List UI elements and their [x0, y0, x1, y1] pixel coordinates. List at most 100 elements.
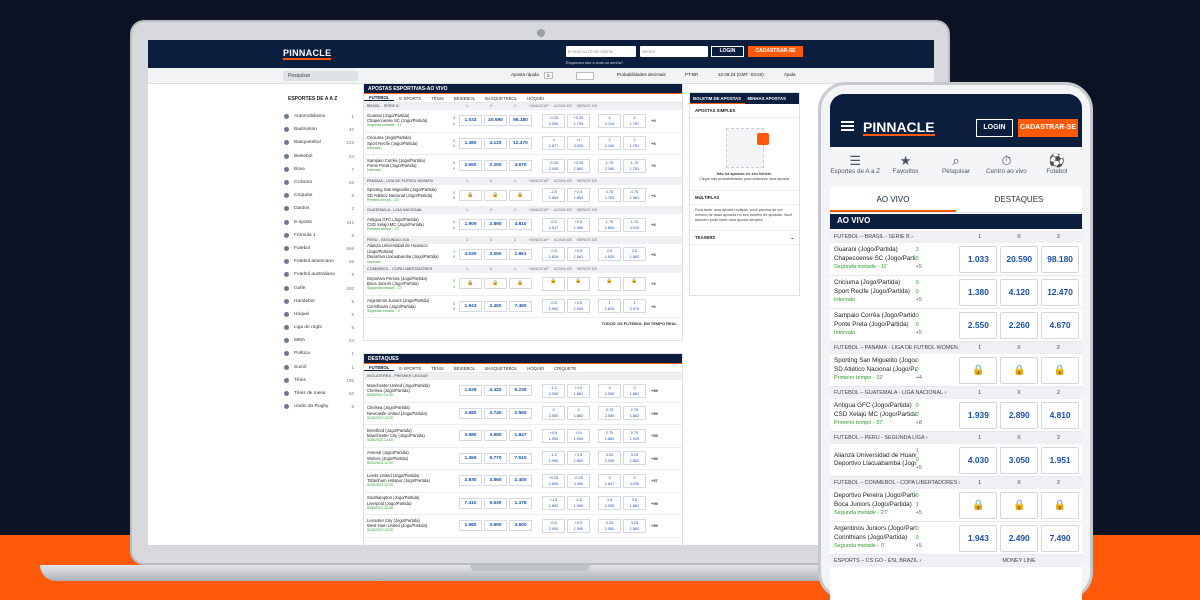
event-teams[interactable]: Sampaio Corrêa (Jogo/Partida) Ponte Preta…	[834, 312, 916, 337]
league-name[interactable]: FUTEBOL – PANAMA - LIGA DE FUTBOL WOMEN …	[834, 345, 960, 351]
odds-button[interactable]: 4.670	[1041, 311, 1079, 339]
market-odds-button[interactable]: +0.5 1.934	[567, 299, 590, 314]
odds-button[interactable]: 1.847	[509, 430, 532, 442]
sidebar-item[interactable]: E-sports 241	[284, 216, 354, 229]
market-odds-button[interactable]: +2.5 1.854	[567, 188, 590, 203]
market-odds-button[interactable]: 2.75 1.862	[598, 428, 621, 443]
market-odds-button[interactable]: 1.75 2.010	[623, 217, 646, 232]
market-odds-button[interactable]: 🔒	[623, 276, 646, 291]
sport-tab[interactable]: FUTEBOL	[364, 95, 395, 101]
sidebar-item[interactable]: Ciclismo 83	[284, 176, 354, 189]
tab-betslip[interactable]: BOLETIM DE APOSTAS	[690, 93, 745, 104]
event-teams[interactable]: Brentford (Jogo/Partida) Manchester City …	[367, 428, 453, 444]
odds-button[interactable]: 2.680	[459, 407, 482, 419]
event-teams[interactable]: Sporting San Miguelito (Jogo/Partida)SD …	[834, 357, 916, 382]
market-odds-button[interactable]: 3.25 1.862	[623, 518, 646, 533]
odds-button[interactable]: 4.810	[1041, 401, 1079, 429]
market-odds-button[interactable]: 2.75 2.050	[598, 406, 621, 421]
sidebar-item[interactable]: Fórmula 1 5	[284, 229, 354, 242]
more-markets-link[interactable]: +5	[916, 329, 960, 337]
more-markets-link[interactable]: +8	[651, 222, 656, 227]
market-odds-button[interactable]: 0 1.862	[567, 406, 590, 421]
sport-tab[interactable]: HÓQUEI	[522, 366, 549, 371]
league-name[interactable]: FUTEBOL – BRASIL - SÉRIE B ›	[834, 234, 960, 240]
market-odds-button[interactable]: 4 1.787	[623, 113, 646, 128]
odds-button[interactable]: 1.033	[459, 115, 482, 127]
event-teams[interactable]: Deportivo Pereira (Jogo/Partida) Boca Jun…	[834, 492, 916, 517]
register-button[interactable]: CADASTRAR-SE	[748, 46, 803, 57]
market-odds-button[interactable]: -0.5 1.900	[567, 428, 590, 443]
odds-button[interactable]: 3.990	[484, 520, 507, 532]
odds-button[interactable]: 5.770	[484, 452, 507, 464]
odds-button[interactable]: 3.050	[484, 248, 507, 260]
more-markets-link[interactable]: +5	[916, 296, 960, 304]
sport-tab[interactable]: E-SPORTS	[394, 96, 426, 101]
odds-button[interactable]: 3.860	[484, 475, 507, 487]
more-markets-link[interactable]: +5	[651, 281, 656, 286]
more-markets-link[interactable]: +59	[651, 388, 658, 393]
password-field[interactable]: Senha	[640, 46, 708, 57]
odds-button[interactable]: 7.510	[509, 452, 532, 464]
sidebar-item[interactable]: Boxe 7	[284, 163, 354, 176]
email-field[interactable]: E-mail ou ID de cliente	[566, 46, 636, 57]
odds-button[interactable]: 🔒	[484, 189, 507, 201]
league-name[interactable]: ESPORTS – CS:GO - ESL BRAZIL ›	[834, 558, 960, 564]
search-input[interactable]: Pesquisar	[283, 71, 358, 81]
event-teams[interactable]: Southampton (Jogo/Partida) Liverpool (Jog…	[367, 495, 453, 511]
odds-button[interactable]: 🔒	[1000, 356, 1039, 384]
odds-button[interactable]: 1.033	[959, 245, 998, 273]
odds-button[interactable]: 🔒	[1000, 491, 1039, 519]
market-odds-button[interactable]: +1.0 1.862	[567, 383, 590, 398]
more-markets-link[interactable]: +5	[916, 263, 960, 271]
sidebar-item[interactable]: União do Rugby 5	[284, 400, 354, 413]
odds-button[interactable]: 5.230	[509, 385, 532, 397]
odds-button[interactable]: 20.590	[484, 115, 507, 127]
market-odds-button[interactable]: -0.5 1.917	[542, 217, 565, 232]
league-name[interactable]: FUTEBOL – CONMEBOL - COPA LIBERTADORES ›	[834, 480, 960, 486]
odds-button[interactable]: 4.030	[959, 446, 998, 474]
odds-button[interactable]: 1.943	[459, 300, 482, 312]
market-odds-button[interactable]: +0.5 1.961	[567, 247, 590, 262]
league-name[interactable]: INGLATERRA - PREMIER LEAGUE	[367, 374, 455, 379]
odds-button[interactable]: 4.120	[1000, 278, 1039, 306]
odds-button[interactable]: 1.380	[459, 137, 482, 149]
market-odds-button[interactable]: -1 1.877	[542, 136, 565, 151]
odds-button[interactable]: 🔒	[1041, 356, 1079, 384]
tab-my-bets[interactable]: MINHAS APOSTAS	[745, 93, 800, 104]
event-teams[interactable]: Leicester City (Jogo/Partida) West Ham Un…	[367, 518, 453, 534]
nav-search[interactable]: ⌕ Pesquisar	[931, 147, 981, 187]
odds-button[interactable]: 3.740	[484, 407, 507, 419]
event-teams[interactable]: Antigua GFC (Jogo/Partida) CSD Xelajú MC …	[367, 217, 453, 233]
event-teams[interactable]: Sporting San Miguelito (Jogo/Partida)SD …	[367, 187, 453, 203]
odds-button[interactable]: 4.670	[509, 160, 532, 172]
market-odds-button[interactable]: +0.25 1.709	[567, 113, 590, 128]
odds-button[interactable]: 3.050	[1000, 446, 1039, 474]
market-odds-button[interactable]: -0.25 2.260	[542, 113, 565, 128]
sport-tab[interactable]: E-SPORTS	[394, 366, 426, 371]
more-markets-link[interactable]: +57	[651, 478, 658, 483]
sidebar-item[interactable]: Futebol americano 68	[284, 255, 354, 268]
sidebar-item[interactable]: Badminton 40	[284, 123, 354, 136]
market-odds-button[interactable]: +0.5 1.952	[542, 428, 565, 443]
market-odds-button[interactable]: 3 2.050	[598, 383, 621, 398]
odds-button[interactable]: 3.980	[484, 430, 507, 442]
market-odds-button[interactable]: +1 2.020	[567, 136, 590, 151]
market-odds-button[interactable]: 🔒	[542, 276, 565, 291]
phone-register-button[interactable]: CADASTRAR-SE	[1018, 119, 1078, 137]
more-markets-link[interactable]: +8	[916, 419, 960, 427]
odds-button[interactable]: 2.450	[484, 300, 507, 312]
event-teams[interactable]: Alianza Universidad de Huanuco (Jogo/Par…	[834, 452, 916, 469]
event-teams[interactable]: Argentinos Juniors (Jogo/Partida)Corinth…	[367, 298, 453, 314]
more-markets-link[interactable]: +59	[651, 456, 658, 461]
market-odds-button[interactable]: -0.25 2.050	[567, 473, 590, 488]
market-odds-button[interactable]: 1.75 1.800	[598, 217, 621, 232]
sidebar-item[interactable]: MMA 24	[284, 334, 354, 347]
sidebar-item[interactable]: Basquetebol 133	[284, 136, 354, 149]
odds-button[interactable]: 2.550	[459, 160, 482, 172]
nav-star[interactable]: ★ Favoritos	[880, 147, 930, 187]
odds-button[interactable]: 7.490	[1041, 524, 1079, 552]
hamburger-menu-icon[interactable]	[841, 121, 854, 131]
league-name[interactable]: GUATEMALA - LIGA NACIONAL	[367, 208, 455, 213]
tab-live[interactable]: AO VIVO	[830, 189, 956, 212]
odds-button[interactable]: 3.980	[459, 430, 482, 442]
